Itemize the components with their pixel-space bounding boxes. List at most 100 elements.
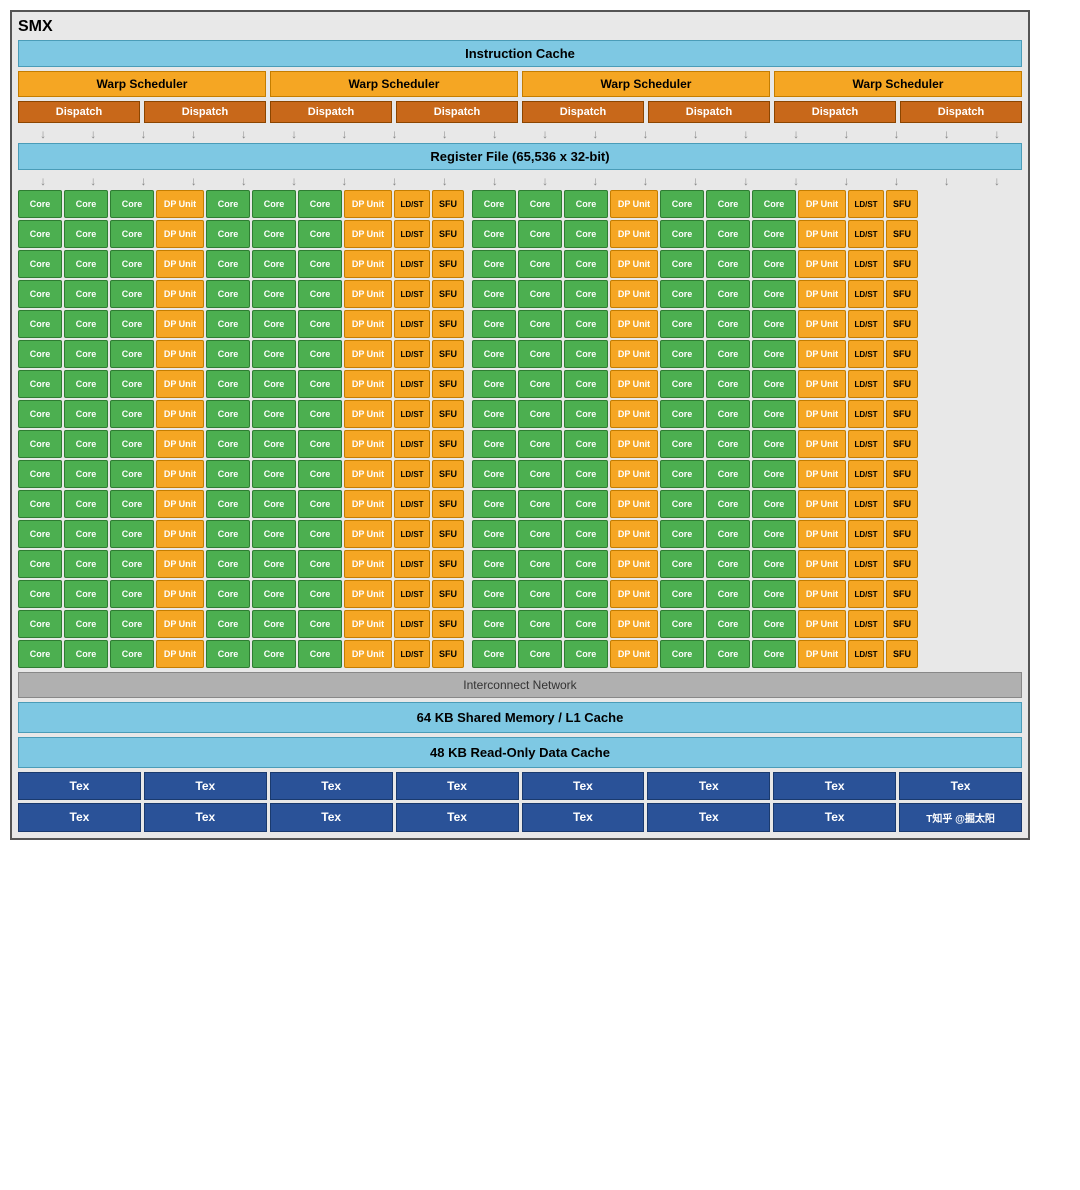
- cell-core: Core: [206, 220, 250, 248]
- cell-core: Core: [752, 190, 796, 218]
- cell-dp: DP Unit: [344, 220, 392, 248]
- cell-core: Core: [518, 640, 562, 668]
- cell-sfu: SFU: [432, 250, 464, 278]
- cell-dp: DP Unit: [798, 190, 846, 218]
- cell-ldst: LD/ST: [848, 430, 884, 458]
- cell-ldst: LD/ST: [848, 340, 884, 368]
- cell-core: Core: [298, 550, 342, 578]
- cell-core: Core: [252, 580, 296, 608]
- cell-ldst: LD/ST: [848, 640, 884, 668]
- cell-core: Core: [298, 460, 342, 488]
- cell-sfu: SFU: [886, 550, 918, 578]
- cell-core: Core: [660, 310, 704, 338]
- cell-ldst: LD/ST: [394, 250, 430, 278]
- cell-core: Core: [298, 310, 342, 338]
- cell-dp: DP Unit: [610, 520, 658, 548]
- cell-core: Core: [752, 250, 796, 278]
- cell-core: Core: [252, 190, 296, 218]
- cell-dp: DP Unit: [156, 310, 204, 338]
- cell-core: Core: [752, 280, 796, 308]
- cell-core: Core: [518, 430, 562, 458]
- cell-dp: DP Unit: [156, 250, 204, 278]
- cell-core: Core: [206, 340, 250, 368]
- cell-core: Core: [298, 190, 342, 218]
- core-row-12: CoreCoreCoreDP UnitCoreCoreCoreDP UnitLD…: [18, 550, 1022, 578]
- cell-dp: DP Unit: [610, 580, 658, 608]
- cell-core: Core: [110, 340, 154, 368]
- cell-core: Core: [752, 490, 796, 518]
- cell-sfu: SFU: [432, 550, 464, 578]
- cell-core: Core: [752, 310, 796, 338]
- cell-sfu: SFU: [886, 520, 918, 548]
- tex-2-3: Tex: [270, 803, 393, 832]
- cell-core: Core: [110, 460, 154, 488]
- arrows-row: ↓ ↓ ↓ ↓ ↓ ↓ ↓ ↓ ↓ ↓ ↓ ↓ ↓ ↓ ↓ ↓ ↓ ↓ ↓ ↓: [18, 127, 1022, 141]
- warp-scheduler-4: Warp Scheduler: [774, 71, 1022, 97]
- cell-core: Core: [110, 370, 154, 398]
- cell-core: Core: [206, 610, 250, 638]
- cell-core: Core: [660, 370, 704, 398]
- cell-dp: DP Unit: [610, 220, 658, 248]
- cell-core: Core: [706, 400, 750, 428]
- cell-core: Core: [706, 610, 750, 638]
- tex-2-1: Tex: [18, 803, 141, 832]
- cell-dp: DP Unit: [156, 280, 204, 308]
- cell-core: Core: [298, 490, 342, 518]
- cell-core: Core: [110, 580, 154, 608]
- tex-2-4: Tex: [396, 803, 519, 832]
- cell-core: Core: [518, 190, 562, 218]
- core-row-10: CoreCoreCoreDP UnitCoreCoreCoreDP UnitLD…: [18, 490, 1022, 518]
- cell-sfu: SFU: [886, 340, 918, 368]
- cell-core: Core: [252, 280, 296, 308]
- cell-core: Core: [472, 190, 516, 218]
- cell-core: Core: [564, 520, 608, 548]
- tex-row-2: Tex Tex Tex Tex Tex Tex Tex T知乎 @掘太阳: [18, 803, 1022, 832]
- cell-core: Core: [706, 190, 750, 218]
- watermark: T知乎 @掘太阳: [899, 803, 1022, 832]
- cell-sfu: SFU: [886, 370, 918, 398]
- cell-core: Core: [706, 490, 750, 518]
- cell-sfu: SFU: [432, 310, 464, 338]
- cell-dp: DP Unit: [610, 340, 658, 368]
- cell-core: Core: [706, 430, 750, 458]
- cell-core: Core: [472, 460, 516, 488]
- cell-ldst: LD/ST: [848, 370, 884, 398]
- warp-scheduler-1: Warp Scheduler: [18, 71, 266, 97]
- cell-core: Core: [706, 640, 750, 668]
- cell-core: Core: [752, 370, 796, 398]
- cell-core: Core: [660, 340, 704, 368]
- cell-core: Core: [706, 280, 750, 308]
- cell-core: Core: [64, 580, 108, 608]
- cell-core: Core: [206, 550, 250, 578]
- cell-core: Core: [706, 310, 750, 338]
- cell-dp: DP Unit: [156, 370, 204, 398]
- cell-ldst: LD/ST: [848, 460, 884, 488]
- cell-core: Core: [18, 280, 62, 308]
- cell-dp: DP Unit: [798, 490, 846, 518]
- cell-sfu: SFU: [886, 490, 918, 518]
- cell-ldst: LD/ST: [394, 490, 430, 518]
- interconnect-network: Interconnect Network: [18, 672, 1022, 698]
- cell-core: Core: [518, 220, 562, 248]
- cell-dp: DP Unit: [610, 610, 658, 638]
- cell-dp: DP Unit: [610, 640, 658, 668]
- core-row-13: CoreCoreCoreDP UnitCoreCoreCoreDP UnitLD…: [18, 580, 1022, 608]
- cell-dp: DP Unit: [344, 370, 392, 398]
- cell-core: Core: [564, 190, 608, 218]
- cell-ldst: LD/ST: [394, 310, 430, 338]
- dispatch-1: Dispatch: [18, 101, 140, 123]
- cell-core: Core: [252, 460, 296, 488]
- cell-sfu: SFU: [432, 520, 464, 548]
- cell-core: Core: [660, 490, 704, 518]
- core-row-1: CoreCoreCoreDP UnitCoreCoreCoreDP UnitLD…: [18, 220, 1022, 248]
- tex-1-1: Tex: [18, 772, 141, 800]
- cell-dp: DP Unit: [344, 400, 392, 428]
- core-row-4: CoreCoreCoreDP UnitCoreCoreCoreDP UnitLD…: [18, 310, 1022, 338]
- cell-dp: DP Unit: [798, 340, 846, 368]
- cell-core: Core: [564, 610, 608, 638]
- cell-core: Core: [110, 550, 154, 578]
- cell-ldst: LD/ST: [848, 400, 884, 428]
- cell-core: Core: [564, 310, 608, 338]
- cell-sfu: SFU: [886, 280, 918, 308]
- cell-sfu: SFU: [886, 430, 918, 458]
